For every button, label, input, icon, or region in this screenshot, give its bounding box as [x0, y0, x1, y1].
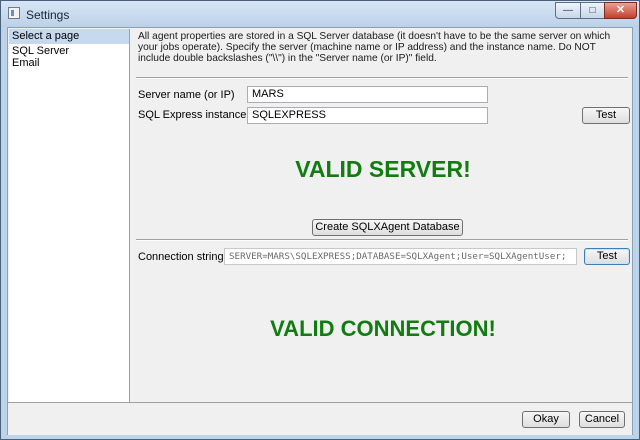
- create-database-button[interactable]: Create SQLXAgent Database: [312, 219, 463, 236]
- connection-string-input[interactable]: SERVER=MARS\SQLEXPRESS;DATABASE=SQLXAgen…: [224, 248, 577, 265]
- close-button[interactable]: ✕: [604, 2, 637, 19]
- maximize-button[interactable]: □: [580, 2, 605, 19]
- connection-string-label: Connection string: [138, 251, 224, 263]
- window-title: Settings: [26, 8, 70, 22]
- settings-window: Settings — □ ✕ Select a page SQL Server …: [0, 0, 640, 440]
- minimize-icon: —: [563, 5, 573, 16]
- server-status-text: VALID SERVER!: [295, 156, 471, 182]
- connection-status-text: VALID CONNECTION!: [270, 316, 496, 341]
- dialog-footer: Okay Cancel: [8, 402, 632, 435]
- test-connection-button[interactable]: Test: [584, 248, 630, 265]
- page-sidebar: Select a page SQL Server Email: [9, 29, 130, 403]
- test-server-button[interactable]: Test: [582, 107, 630, 124]
- description-text: All agent properties are stored in a SQL…: [138, 31, 611, 64]
- close-icon: ✕: [615, 4, 626, 16]
- cancel-button[interactable]: Cancel: [579, 411, 625, 428]
- title-bar[interactable]: Settings — □ ✕: [1, 1, 639, 27]
- client-area: Select a page SQL Server Email All agent…: [7, 27, 633, 435]
- sql-express-instance-input[interactable]: SQLEXPRESS: [247, 107, 488, 124]
- sidebar-header: Select a page: [9, 29, 129, 44]
- app-icon: [8, 7, 20, 19]
- divider: [136, 77, 628, 79]
- server-name-input[interactable]: MARS: [247, 86, 488, 103]
- divider: [136, 239, 628, 241]
- sql-server-page: All agent properties are stored in a SQL…: [136, 28, 630, 402]
- maximize-icon: □: [589, 5, 596, 16]
- sql-express-instance-label: SQL Express instance: [138, 109, 247, 121]
- sidebar-item-sql-server[interactable]: SQL Server: [12, 45, 69, 57]
- sidebar-item-email[interactable]: Email: [12, 57, 40, 69]
- okay-button[interactable]: Okay: [522, 411, 570, 428]
- server-name-label: Server name (or IP): [138, 89, 235, 101]
- minimize-button[interactable]: —: [555, 2, 581, 19]
